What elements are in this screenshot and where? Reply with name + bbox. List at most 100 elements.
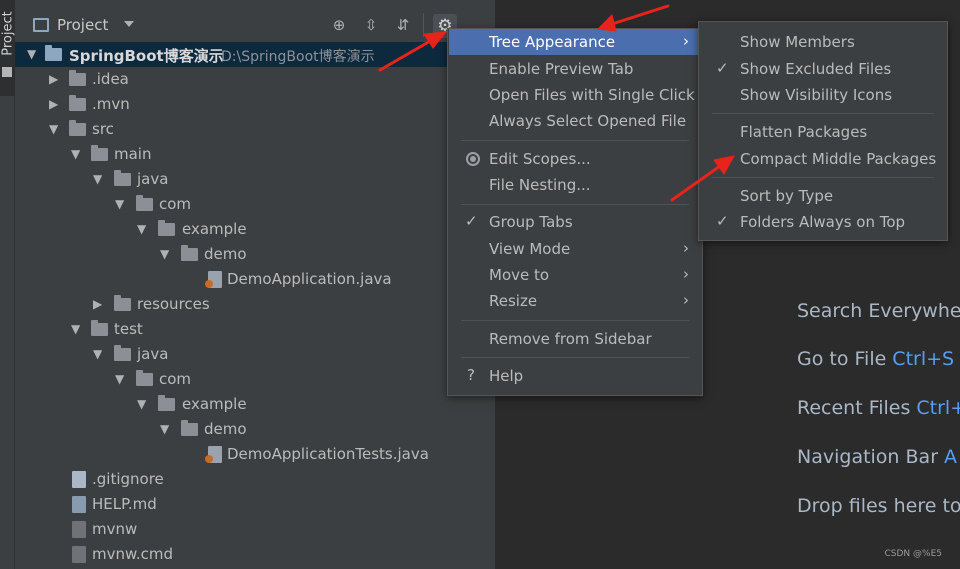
tree-node-file[interactable]: HELP.md [15,492,495,517]
tool-window-stripe: Project [0,0,16,569]
tree-node-file[interactable]: mvnw [15,517,495,542]
menu-item-label: Remove from Sidebar [489,330,652,348]
chevron-down-icon[interactable] [124,21,134,27]
tree-node-label: com [159,370,192,388]
java-class-icon [205,446,222,463]
checkmark-icon: ✓ [465,212,478,230]
menu-item-file-nesting[interactable]: File Nesting... [449,172,701,198]
project-view-selector[interactable]: Project [57,16,108,34]
chevron-down-icon[interactable]: ▼ [137,223,147,235]
submenu-item-sort-by-type[interactable]: Sort by Type [700,183,946,209]
menu-item-resize[interactable]: Resize › [449,288,701,314]
chevron-down-icon[interactable]: ▼ [49,123,59,135]
chevron-down-icon[interactable]: ▼ [71,148,81,160]
go-to-file-hint: Go to File Ctrl+S [797,348,954,370]
submenu-item-show-excluded-files[interactable]: ✓ Show Excluded Files [700,56,946,82]
menu-item-move-to[interactable]: Move to › [449,262,701,288]
hint-label: Go to File [797,348,887,370]
folder-icon [136,370,153,386]
chevron-down-icon[interactable]: ▼ [93,348,103,360]
tree-node-label: example [182,395,247,413]
tree-node[interactable]: ▼ src [15,117,495,142]
chevron-right-icon[interactable]: ▶ [49,73,59,85]
menu-item-always-select-opened[interactable]: Always Select Opened File [449,108,701,134]
tree-node-project-root[interactable]: ▼ SpringBoot博客演示 D:\SpringBoot博客演示 [15,42,495,67]
tree-node-label: .idea [92,70,129,88]
tree-node-label: demo [204,245,247,263]
chevron-right-icon: › [683,32,689,50]
tree-node[interactable]: ▼ demo [15,417,495,442]
search-everywhere-hint: Search Everywhe [797,300,960,322]
menu-item-label: Folders Always on Top [740,213,906,231]
tree-node-label: demo [204,420,247,438]
menu-item-label: Resize [489,292,538,310]
folder-icon [114,345,131,361]
project-panel: Project ⊕ ⇳ ⇵ ⚙ ▼ SpringBoot博客演示 D:\Spri… [15,0,495,569]
tree-node[interactable]: ▼ example [15,392,495,417]
menu-item-label: Always Select Opened File [489,112,687,130]
project-tool-tab-label: Project [0,11,16,56]
folder-icon [69,95,86,111]
menu-item-edit-scopes[interactable]: Edit Scopes... [449,146,701,172]
folder-icon [69,120,86,136]
chevron-down-icon[interactable]: ▼ [115,373,125,385]
chevron-down-icon[interactable]: ▼ [71,323,81,335]
hint-label: Recent Files [797,397,911,419]
tree-node[interactable]: ▼ java [15,342,495,367]
folder-icon [69,70,86,86]
tree-node[interactable]: ▼ main [15,142,495,167]
submenu-item-show-members[interactable]: Show Members [700,29,946,55]
menu-item-help[interactable]: ? Help [449,363,701,389]
tree-node[interactable]: ▼ com [15,367,495,392]
project-tool-tab[interactable]: Project [0,0,16,96]
menu-item-label: Help [489,367,524,385]
chevron-right-icon[interactable]: ▶ [93,298,103,310]
java-class-icon [205,271,222,288]
hint-shortcut: Ctrl+S [892,348,955,370]
chevron-down-icon[interactable]: ▼ [115,198,125,210]
help-icon: ? [467,366,475,384]
submenu-item-flatten-packages[interactable]: Flatten Packages [700,119,946,145]
tree-node[interactable]: ▼ com [15,192,495,217]
recent-files-hint: Recent Files Ctrl+ [797,397,960,419]
tree-node-label: resources [137,295,210,313]
menu-item-group-tabs[interactable]: ✓ Group Tabs [449,209,701,235]
submenu-item-folders-on-top[interactable]: ✓ Folders Always on Top [700,209,946,235]
menu-item-remove-from-sidebar[interactable]: Remove from Sidebar [449,326,701,352]
collapse-all-icon[interactable]: ⇵ [393,15,413,35]
folder-icon [181,245,198,261]
tree-node[interactable]: ▶ resources [15,292,495,317]
tree-node[interactable]: ▶ .idea [15,67,495,92]
scope-icon [466,152,480,166]
chevron-right-icon[interactable]: ▶ [49,98,59,110]
menu-item-open-single-click[interactable]: Open Files with Single Click [449,82,701,108]
chevron-down-icon[interactable]: ▼ [27,48,37,60]
menu-separator [712,113,934,114]
tree-node-file[interactable]: mvnw.cmd [15,542,495,567]
tree-node-label: HELP.md [92,495,157,513]
tree-node[interactable]: ▼ test [15,317,495,342]
folder-icon [181,420,198,436]
tree-node[interactable]: ▼ demo [15,242,495,267]
tree-node-file[interactable]: DemoApplicationTests.java [15,442,495,467]
folder-icon [136,195,153,211]
tree-node[interactable]: ▼ java [15,167,495,192]
tree-node-file[interactable]: DemoApplication.java [15,267,495,292]
tree-node[interactable]: ▶ .mvn [15,92,495,117]
menu-item-enable-preview-tab[interactable]: Enable Preview Tab [449,56,701,82]
menu-item-tree-appearance[interactable]: Tree Appearance › [449,29,701,55]
menu-separator [461,204,689,205]
tree-node[interactable]: ▼ example [15,217,495,242]
tree-node-label: DemoApplicationTests.java [227,445,429,463]
chevron-down-icon[interactable]: ▼ [137,398,147,410]
chevron-down-icon[interactable]: ▼ [160,248,170,260]
tree-node-file[interactable]: .gitignore [15,467,495,492]
chevron-down-icon[interactable]: ▼ [93,173,103,185]
menu-item-view-mode[interactable]: View Mode › [449,236,701,262]
crosshair-icon[interactable]: ⊕ [329,15,349,35]
submenu-item-compact-middle-packages[interactable]: Compact Middle Packages [700,146,946,172]
expand-all-icon[interactable]: ⇳ [361,15,381,35]
menu-item-label: Enable Preview Tab [489,60,634,78]
submenu-item-show-visibility-icons[interactable]: Show Visibility Icons [700,82,946,108]
chevron-down-icon[interactable]: ▼ [160,423,170,435]
